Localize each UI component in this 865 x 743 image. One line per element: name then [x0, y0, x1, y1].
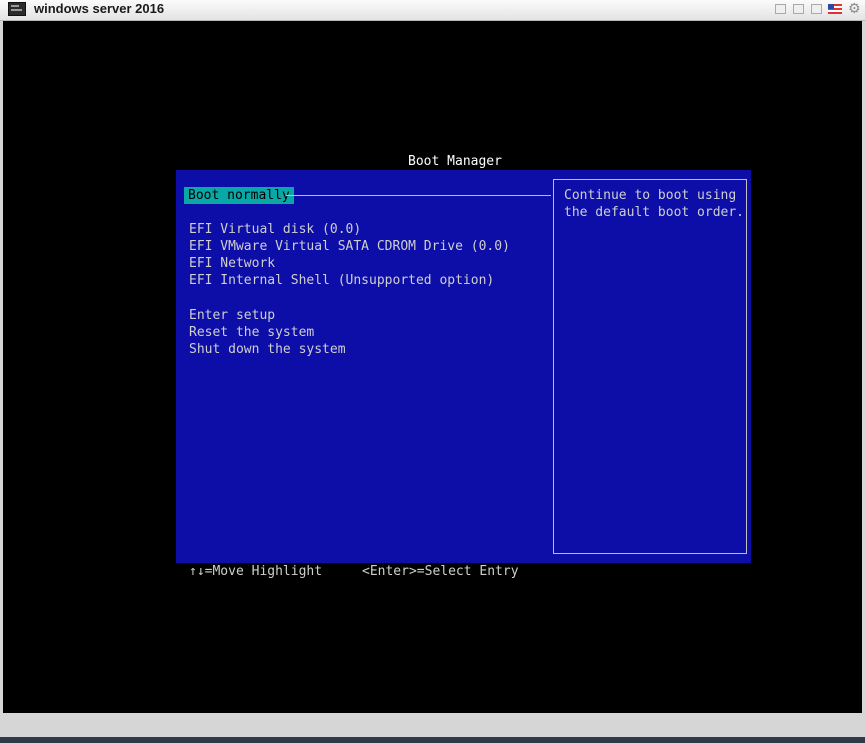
help-text-line: Continue to boot using	[564, 188, 737, 203]
boot-manager-heading: Boot Manager	[408, 154, 502, 169]
selection-divider	[286, 195, 551, 196]
menu-reset-system[interactable]: Reset the system	[189, 324, 314, 341]
window-titlebar: windows server 2016 ⚙	[0, 0, 865, 21]
restore-icon[interactable]	[775, 4, 786, 14]
footer-move-hint: ↑↓=Move Highlight	[189, 564, 323, 579]
gear-icon[interactable]: ⚙	[848, 1, 861, 17]
boot-option-selected[interactable]: Boot normally	[184, 187, 294, 204]
vm-console-icon	[8, 2, 26, 16]
window-bottom-bar	[0, 713, 865, 743]
menu-shut-down[interactable]: Shut down the system	[189, 341, 346, 358]
boot-option-cdrom[interactable]: EFI VMware Virtual SATA CDROM Drive (0.0…	[189, 238, 510, 255]
maximize-icon[interactable]	[811, 4, 822, 14]
help-panel: Continue to boot using the default boot …	[553, 179, 747, 554]
menu-enter-setup[interactable]: Enter setup	[189, 307, 275, 324]
boot-menu-panel: Boot normally EFI Virtual disk (0.0) EFI…	[176, 170, 751, 563]
boot-option-virtual-disk[interactable]: EFI Virtual disk (0.0)	[189, 221, 361, 238]
window-title: windows server 2016	[34, 1, 165, 16]
boot-option-network[interactable]: EFI Network	[189, 255, 275, 272]
boot-option-internal-shell[interactable]: EFI Internal Shell (Unsupported option)	[189, 272, 494, 289]
minimize-icon[interactable]	[793, 4, 804, 14]
footer-select-hint: <Enter>=Select Entry	[362, 564, 519, 579]
flag-icon[interactable]	[828, 4, 842, 14]
help-text-line: the default boot order.	[564, 205, 745, 220]
vm-console[interactable]: Boot Manager Boot normally EFI Virtual d…	[3, 21, 862, 713]
